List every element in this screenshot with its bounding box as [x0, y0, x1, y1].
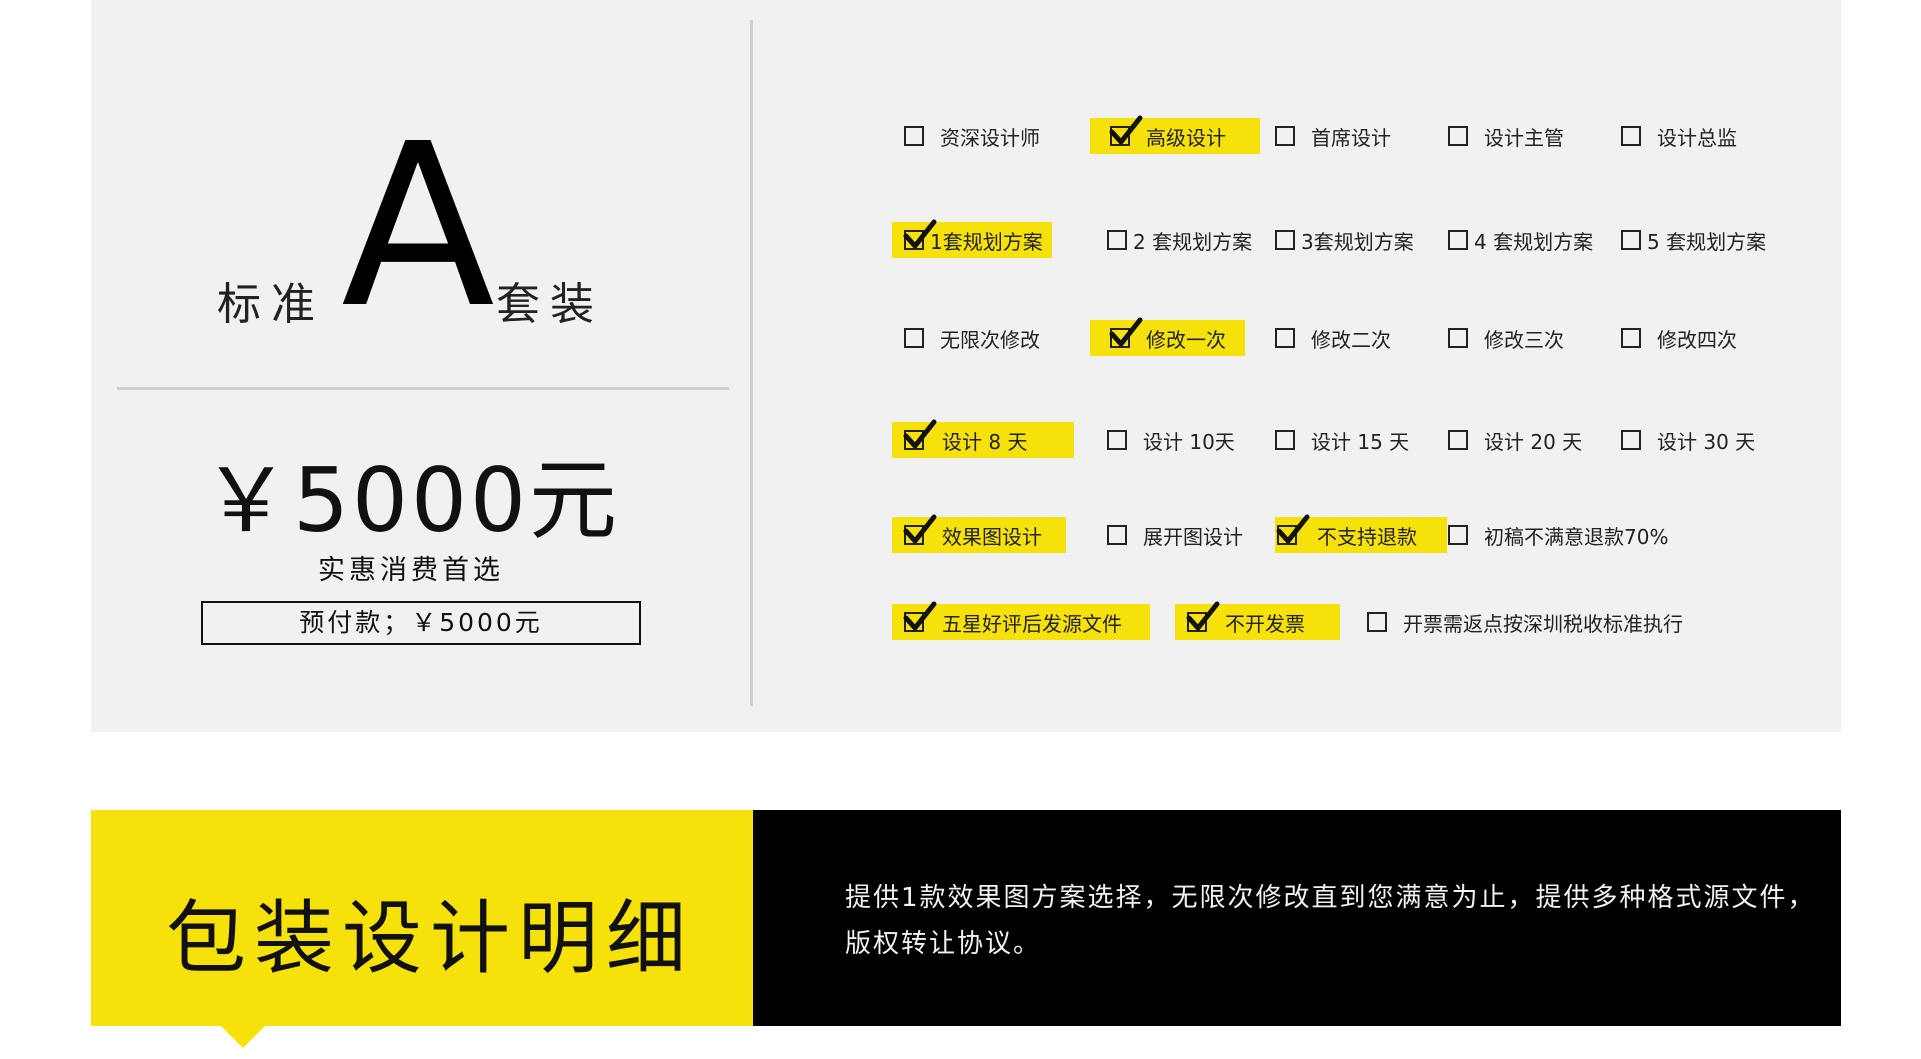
- checkbox-icon: [904, 126, 924, 146]
- option-row2-col4[interactable]: 修改四次: [1621, 320, 1791, 356]
- checkbox-checked-icon: [903, 419, 937, 450]
- checkbox-icon: [1448, 230, 1468, 250]
- option-row4-col2[interactable]: 不支持退款: [1275, 514, 1447, 553]
- package-prefix: 标准: [217, 279, 325, 330]
- checkbox-icon: [1621, 230, 1641, 250]
- option-label: 高级设计: [1146, 125, 1226, 150]
- checkbox-icon: [1275, 126, 1295, 146]
- checkbox-checked-icon: [903, 601, 937, 632]
- option-label: 资深设计师: [940, 125, 1040, 150]
- checkbox-icon: [1448, 328, 1468, 348]
- option-label: 设计 10天: [1143, 429, 1235, 454]
- option-row0-col0[interactable]: 资深设计师: [904, 118, 1084, 154]
- option-row0-col1[interactable]: 高级设计: [1090, 115, 1260, 154]
- option-row1-col0[interactable]: 1套规划方案: [892, 219, 1052, 258]
- option-label: 不开发票: [1225, 611, 1305, 636]
- option-row3-col0[interactable]: 设计 8 天: [892, 419, 1074, 458]
- option-row4-col0[interactable]: 效果图设计: [892, 514, 1066, 553]
- option-row2-col2[interactable]: 修改二次: [1275, 320, 1445, 356]
- option-row4-col3[interactable]: 初稿不满意退款70%: [1448, 517, 1708, 553]
- package-card: 标准 A 套装 ￥5000元 实惠消费首选 预付款；￥5000元 资深设计师 高…: [91, 0, 1841, 732]
- option-label: 设计 30 天: [1657, 429, 1756, 454]
- option-label: 4 套规划方案: [1474, 229, 1594, 254]
- option-row0-col2[interactable]: 首席设计: [1275, 118, 1445, 154]
- option-row5-col0[interactable]: 五星好评后发源文件: [892, 601, 1150, 640]
- horizontal-divider: [117, 387, 729, 390]
- vertical-divider: [750, 20, 753, 706]
- checkbox-icon: [1621, 328, 1641, 348]
- option-label: 修改二次: [1311, 327, 1391, 352]
- checkbox-checked-icon: [903, 514, 937, 545]
- checkbox-checked-icon: [903, 219, 937, 250]
- checkbox-icon: [1107, 230, 1127, 250]
- option-label: 设计 20 天: [1484, 429, 1583, 454]
- option-row3-col2[interactable]: 设计 15 天: [1275, 422, 1445, 458]
- banner-description: 提供1款效果图方案选择，无限次修改直到您满意为止，提供多种格式源文件，版权转让协…: [845, 883, 1816, 959]
- option-label: 效果图设计: [942, 524, 1042, 549]
- banner-description-panel: 提供1款效果图方案选择，无限次修改直到您满意为止，提供多种格式源文件，版权转让协…: [753, 810, 1841, 1026]
- checkbox-checked-icon: [1109, 317, 1143, 348]
- checkbox-icon: [1107, 525, 1127, 545]
- option-row2-col3[interactable]: 修改三次: [1448, 320, 1618, 356]
- option-label: 无限次修改: [940, 327, 1040, 352]
- checkbox-icon: [1448, 126, 1468, 146]
- option-row5-col2[interactable]: 开票需返点按深圳税收标准执行: [1367, 604, 1747, 640]
- option-row1-col3[interactable]: 4 套规划方案: [1448, 222, 1618, 258]
- checkbox-checked-icon: [1186, 601, 1220, 632]
- option-row2-col1[interactable]: 修改一次: [1090, 317, 1245, 356]
- option-label: 修改四次: [1657, 327, 1737, 352]
- option-row4-col1[interactable]: 展开图设计: [1107, 517, 1272, 553]
- banner-title: 包装设计明细: [166, 892, 694, 985]
- option-label: 设计主管: [1484, 125, 1564, 150]
- option-label: 设计总监: [1657, 125, 1737, 150]
- option-row1-col4[interactable]: 5 套规划方案: [1621, 222, 1791, 258]
- option-label: 首席设计: [1311, 125, 1391, 150]
- option-label: 设计 8 天: [942, 429, 1028, 454]
- checkbox-icon: [1275, 328, 1295, 348]
- option-label: 修改三次: [1484, 327, 1564, 352]
- option-label: 初稿不满意退款70%: [1484, 524, 1669, 549]
- option-label: 设计 15 天: [1311, 429, 1410, 454]
- price-subtitle: 实惠消费首选: [318, 555, 504, 586]
- checkbox-checked-icon: [1109, 115, 1143, 146]
- banner-title-panel: 包装设计明细: [91, 810, 753, 1048]
- checkbox-icon: [1621, 430, 1641, 450]
- option-row5-col1[interactable]: 不开发票: [1175, 601, 1340, 640]
- option-row1-col1[interactable]: 2 套规划方案: [1107, 222, 1272, 258]
- option-row0-col4[interactable]: 设计总监: [1621, 118, 1791, 154]
- checkbox-icon: [1448, 525, 1468, 545]
- option-label: 5 套规划方案: [1647, 229, 1767, 254]
- checkbox-icon: [1621, 126, 1641, 146]
- option-label: 展开图设计: [1143, 524, 1243, 549]
- option-label: 1套规划方案: [930, 229, 1043, 254]
- option-label: 不支持退款: [1317, 524, 1417, 549]
- checkbox-icon: [1367, 612, 1387, 632]
- option-label: 五星好评后发源文件: [942, 611, 1122, 636]
- package-suffix: 套装: [496, 279, 604, 330]
- checkbox-icon: [1448, 430, 1468, 450]
- checkbox-icon: [1275, 230, 1295, 250]
- option-row3-col3[interactable]: 设计 20 天: [1448, 422, 1618, 458]
- banner-pointer: [221, 1026, 265, 1048]
- checkbox-checked-icon: [1276, 514, 1310, 545]
- option-row2-col0[interactable]: 无限次修改: [904, 320, 1084, 356]
- checkbox-icon: [1275, 430, 1295, 450]
- package-price: ￥5000元: [202, 449, 620, 552]
- checkbox-icon: [904, 328, 924, 348]
- option-label: 2 套规划方案: [1133, 229, 1253, 254]
- package-letter: A: [341, 96, 495, 358]
- option-row1-col2[interactable]: 3套规划方案: [1275, 222, 1445, 258]
- option-label: 开票需返点按深圳税收标准执行: [1403, 611, 1683, 636]
- checkbox-icon: [1107, 430, 1127, 450]
- deposit-box: 预付款；￥5000元: [201, 601, 641, 645]
- option-row3-col4[interactable]: 设计 30 天: [1621, 422, 1791, 458]
- option-label: 修改一次: [1146, 327, 1226, 352]
- option-row0-col3[interactable]: 设计主管: [1448, 118, 1618, 154]
- option-row3-col1[interactable]: 设计 10天: [1107, 422, 1272, 458]
- option-label: 3套规划方案: [1301, 229, 1414, 254]
